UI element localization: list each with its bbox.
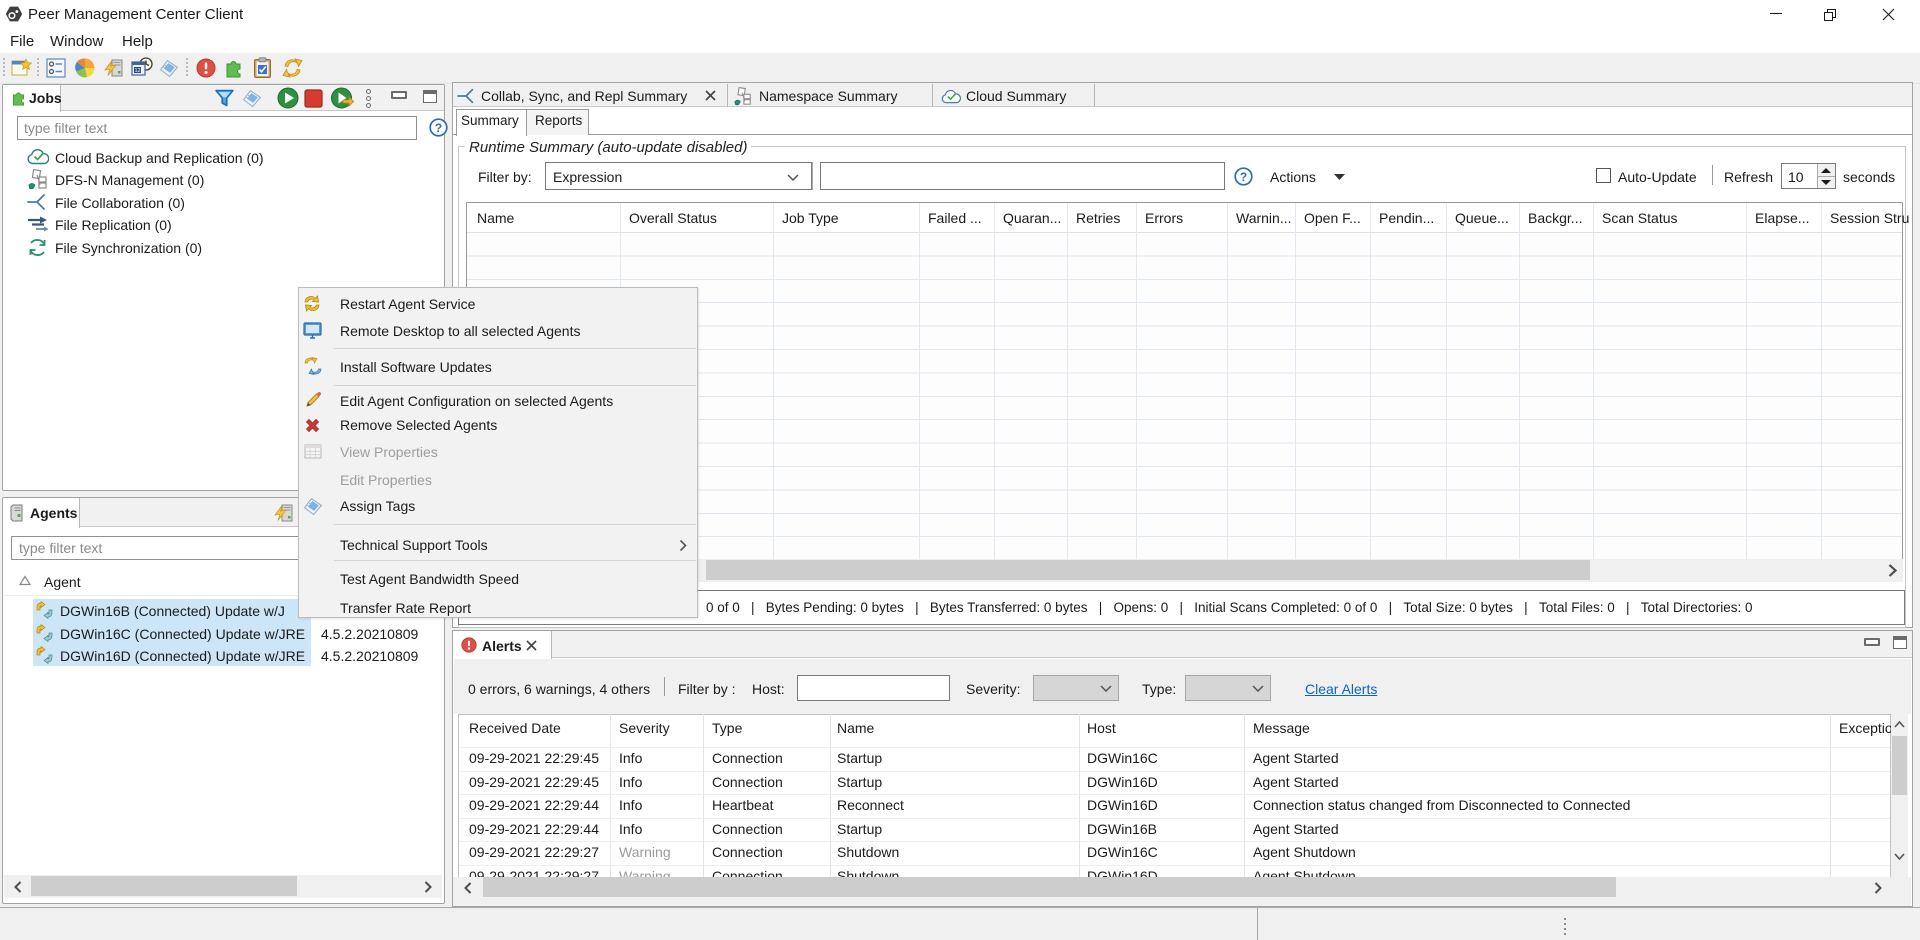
svg-text:?: ?: [435, 121, 442, 135]
svg-text:12: 12: [134, 68, 140, 74]
svg-text:?: ?: [1240, 170, 1247, 184]
